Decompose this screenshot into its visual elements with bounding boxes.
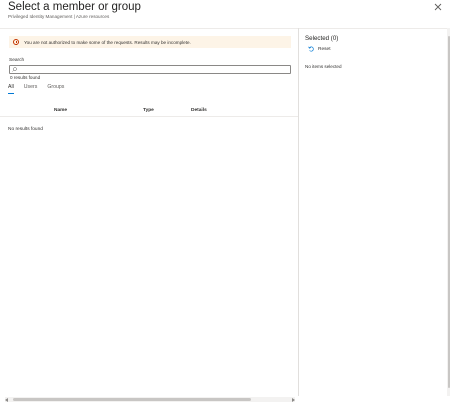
close-icon — [434, 3, 442, 11]
warning-banner: You are not authorized to make some of t… — [9, 36, 291, 48]
column-details-header[interactable]: Details — [191, 108, 207, 113]
scroll-right-icon[interactable] — [292, 397, 295, 402]
tab-groups[interactable]: Groups — [47, 84, 64, 94]
search-icon — [12, 67, 17, 72]
horizontal-scrollbar[interactable] — [5, 397, 295, 402]
search-panel: You are not authorized to make some of t… — [0, 28, 298, 403]
selected-title: Selected (0) — [305, 35, 339, 42]
search-input[interactable] — [19, 66, 287, 74]
close-button[interactable] — [434, 3, 442, 11]
selected-panel: Selected (0) Reset No items selected — [299, 28, 447, 396]
table-header: Name Type Details — [0, 106, 298, 117]
tab-list: All Users Groups — [8, 84, 74, 94]
warning-circle-icon — [13, 39, 19, 45]
page-title: Select a member or group — [8, 1, 141, 13]
column-type-header[interactable]: Type — [143, 108, 154, 113]
scroll-left-icon[interactable] — [5, 397, 8, 402]
empty-results-message: No results found — [8, 127, 43, 132]
scrollbar-thumb[interactable] — [13, 398, 251, 401]
scrollbar-thumb[interactable] — [447, 36, 450, 388]
breadcrumb: Privileged Identity Management | Azure r… — [8, 14, 110, 19]
column-name-header[interactable]: Name — [54, 108, 67, 113]
search-field[interactable] — [9, 65, 291, 74]
reset-label: Reset — [318, 46, 331, 52]
tab-all[interactable]: All — [8, 84, 14, 94]
no-items-message: No items selected — [305, 64, 342, 69]
reset-button[interactable]: Reset — [308, 46, 331, 52]
warning-text: You are not authorized to make some of t… — [24, 39, 191, 45]
blade-header: Select a member or group Privileged Iden… — [8, 0, 442, 26]
tab-users[interactable]: Users — [24, 84, 38, 94]
results-count: 0 results found — [10, 74, 41, 80]
reset-icon — [308, 46, 314, 52]
search-label: Search — [9, 58, 25, 63]
